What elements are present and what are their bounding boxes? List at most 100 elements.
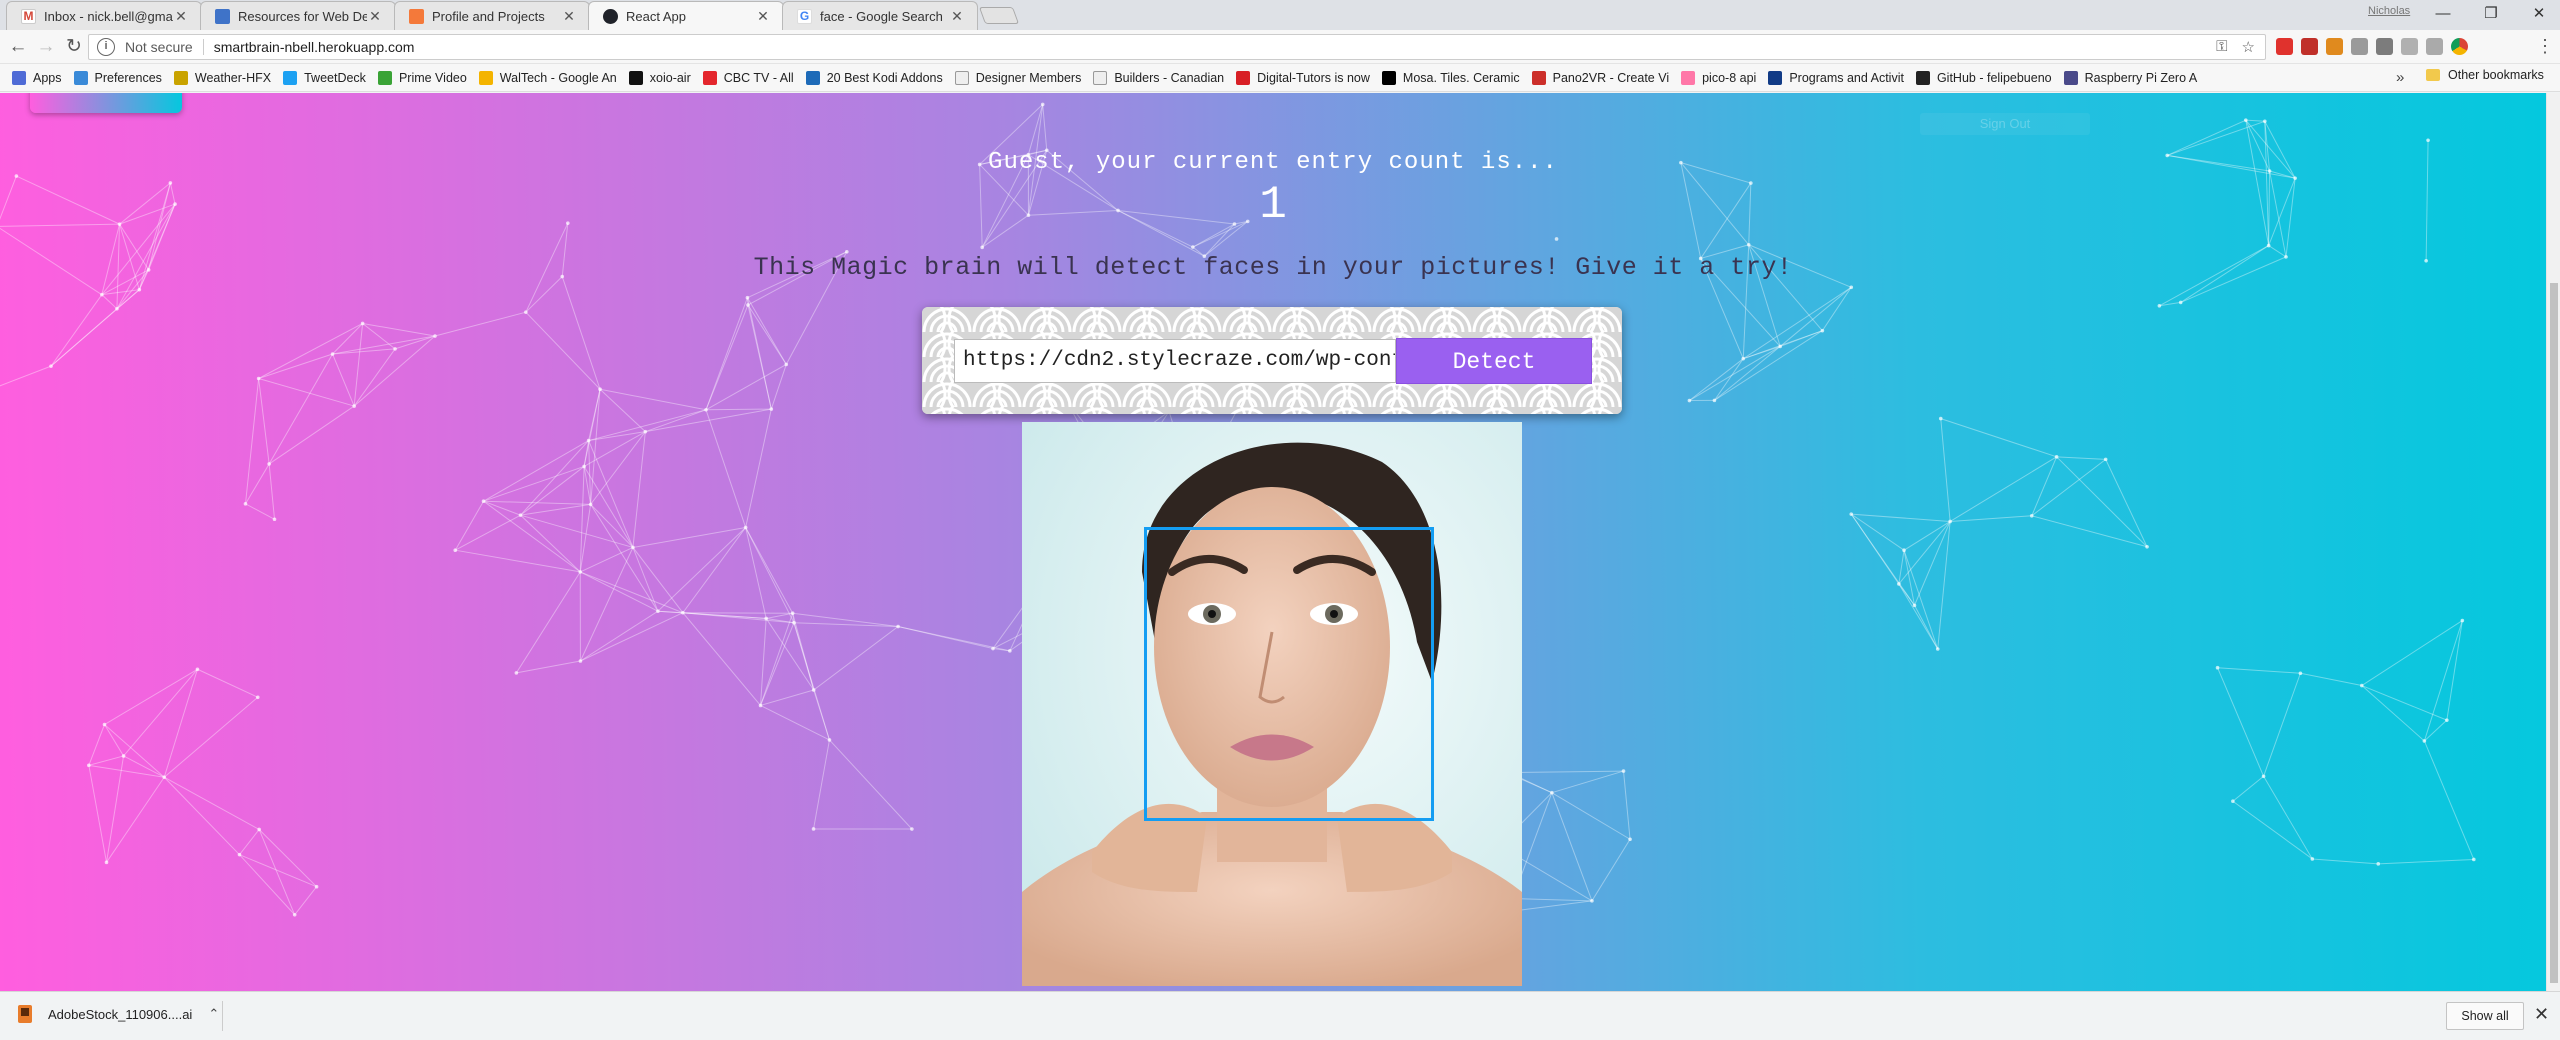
forward-icon[interactable]: → bbox=[34, 35, 58, 59]
tab-close-icon[interactable]: ✕ bbox=[173, 8, 189, 25]
tab-profile[interactable]: Profile and Projects ✕ bbox=[394, 1, 590, 30]
bookmark-item[interactable]: Pano2VR - Create Vi bbox=[1531, 70, 1670, 85]
star-icon[interactable]: ☆ bbox=[2242, 38, 2255, 56]
other-bookmarks-folder[interactable]: Other bookmarks bbox=[2426, 68, 2544, 82]
tab-close-icon[interactable]: ✕ bbox=[755, 8, 771, 25]
face-image bbox=[1022, 422, 1522, 986]
bookmark-favicon-icon bbox=[1681, 70, 1696, 85]
bookmark-label: pico-8 api bbox=[1702, 70, 1757, 85]
new-tab-button[interactable] bbox=[978, 7, 1020, 24]
bookmark-favicon-icon bbox=[283, 70, 298, 85]
bookmark-item[interactable]: Designer Members bbox=[954, 70, 1081, 85]
tab-close-icon[interactable]: ✕ bbox=[949, 8, 965, 25]
bookmark-label: 20 Best Kodi Addons bbox=[826, 70, 943, 85]
url-text[interactable]: smartbrain-nbell.herokuapp.com bbox=[214, 39, 415, 55]
extension-slate-icon[interactable] bbox=[2426, 38, 2443, 55]
folder-icon bbox=[2426, 69, 2440, 81]
bookmark-item[interactable]: WalTech - Google An bbox=[478, 70, 617, 85]
back-icon[interactable]: ← bbox=[6, 35, 30, 59]
tab-label: Resources for Web Develo bbox=[238, 8, 367, 24]
bookmark-label: Digital-Tutors is now bbox=[1257, 70, 1370, 85]
bookmark-favicon-icon bbox=[1531, 70, 1546, 85]
bookmark-item[interactable]: Programs and Activit bbox=[1768, 70, 1904, 85]
tab-close-icon[interactable]: ✕ bbox=[367, 8, 383, 25]
bookmark-label: Builders - Canadian bbox=[1114, 70, 1225, 85]
tab-resources[interactable]: Resources for Web Develo ✕ bbox=[200, 1, 396, 30]
vertical-scrollbar[interactable] bbox=[2546, 93, 2560, 991]
address-separator bbox=[202, 39, 204, 55]
bookmark-favicon-icon bbox=[478, 70, 493, 85]
tab-gmail[interactable]: M Inbox - nick.bell@gmail.c ✕ bbox=[6, 1, 202, 30]
chevron-up-icon[interactable]: ⌃ bbox=[208, 1006, 219, 1022]
bookmark-item[interactable]: 20 Best Kodi Addons bbox=[805, 70, 943, 85]
bookmark-item[interactable]: pico-8 api bbox=[1681, 70, 1757, 85]
tab-close-icon[interactable]: ✕ bbox=[561, 8, 577, 25]
chrome-extension-icon[interactable] bbox=[2451, 38, 2468, 55]
bookmark-favicon-icon bbox=[1236, 70, 1251, 85]
bookmark-item[interactable]: Digital-Tutors is now bbox=[1236, 70, 1370, 85]
pdf-extension-icon[interactable] bbox=[2301, 38, 2318, 55]
extension-orange-icon[interactable] bbox=[2326, 38, 2343, 55]
key-icon[interactable]: ⚿ bbox=[2216, 38, 2227, 56]
tab-strip: M Inbox - nick.bell@gmail.c ✕ Resources … bbox=[0, 0, 2560, 31]
info-icon[interactable]: i bbox=[97, 38, 115, 56]
illustrator-file-icon bbox=[18, 1005, 32, 1023]
profile-name[interactable]: Nicholas bbox=[2368, 5, 2410, 17]
bookmark-item[interactable]: Builders - Canadian bbox=[1093, 70, 1225, 85]
show-all-button[interactable]: Show all bbox=[2446, 1002, 2524, 1030]
bookmark-label: Pano2VR - Create Vi bbox=[1552, 70, 1670, 85]
bookmark-item[interactable]: Apps bbox=[12, 70, 62, 85]
bookmark-page-icon bbox=[215, 8, 230, 24]
intro-text: This Magic brain will detect faces in yo… bbox=[753, 253, 1793, 282]
gmail-icon: M bbox=[21, 8, 36, 24]
security-label: Not secure bbox=[125, 39, 193, 55]
bookmark-favicon-icon bbox=[702, 70, 717, 85]
bookmark-item[interactable]: Raspberry Pi Zero A bbox=[2063, 70, 2198, 85]
react-icon bbox=[603, 9, 618, 24]
logo bbox=[30, 93, 182, 113]
minimize-icon[interactable]: — bbox=[2428, 3, 2458, 25]
bookmark-favicon-icon bbox=[73, 70, 88, 85]
image-url-input[interactable]: https://cdn2.stylecraze.com/wp-content/u… bbox=[954, 339, 1396, 383]
google-icon: G bbox=[797, 8, 812, 24]
sign-out-link[interactable]: Sign Out bbox=[1920, 113, 2090, 135]
bookmark-item[interactable]: Mosa. Tiles. Ceramic bbox=[1381, 70, 1520, 85]
address-bar[interactable]: i Not secure smartbrain-nbell.herokuapp.… bbox=[88, 34, 2266, 60]
bookmark-favicon-icon bbox=[2063, 70, 2078, 85]
bookmark-item[interactable]: Weather-HFX bbox=[173, 70, 271, 85]
adblock-icon[interactable] bbox=[2276, 38, 2293, 55]
bookmark-item[interactable]: CBC TV - All bbox=[702, 70, 794, 85]
extensions bbox=[2276, 38, 2468, 55]
entry-count-text: Guest, your current entry count is... bbox=[988, 149, 1558, 176]
screenshot-extension-icon[interactable] bbox=[2376, 38, 2393, 55]
tab-google-search[interactable]: G face - Google Search ✕ bbox=[782, 1, 978, 30]
bookmark-label: Apps bbox=[33, 70, 62, 85]
image-link-form: https://cdn2.stylecraze.com/wp-content/u… bbox=[922, 307, 1622, 414]
extension-grey-icon[interactable] bbox=[2351, 38, 2368, 55]
bookmark-item[interactable]: TweetDeck bbox=[283, 70, 366, 85]
bookmark-item[interactable]: xoio-air bbox=[628, 70, 691, 85]
detect-button[interactable]: Detect bbox=[1396, 338, 1592, 384]
bookmark-label: Raspberry Pi Zero A bbox=[2084, 70, 2198, 85]
tab-label: Profile and Projects bbox=[432, 8, 545, 24]
download-separator bbox=[222, 1001, 223, 1031]
bookmark-item[interactable]: GitHub - felipebueno bbox=[1915, 70, 2052, 85]
bookmark-item[interactable]: Preferences bbox=[73, 70, 162, 85]
scrollbar-thumb[interactable] bbox=[2550, 283, 2558, 983]
more-bookmarks-icon[interactable]: » bbox=[2396, 69, 2404, 86]
reload-icon[interactable]: ↻ bbox=[62, 35, 86, 59]
bookmark-favicon-icon bbox=[628, 70, 643, 85]
bookmark-favicon-icon bbox=[954, 70, 969, 85]
bookmark-favicon-icon bbox=[1381, 70, 1396, 85]
tab-label: Inbox - nick.bell@gmail.c bbox=[44, 8, 173, 24]
bookmark-item[interactable]: Prime Video bbox=[377, 70, 467, 85]
extension-light-icon[interactable] bbox=[2401, 38, 2418, 55]
bookmark-favicon-icon bbox=[1768, 70, 1783, 85]
tab-label: face - Google Search bbox=[820, 8, 943, 24]
menu-icon[interactable]: ⋮ bbox=[2536, 36, 2554, 57]
download-bar-close-icon[interactable]: ✕ bbox=[2534, 1004, 2549, 1025]
tab-react-app[interactable]: React App ✕ bbox=[588, 1, 784, 31]
download-item[interactable]: AdobeStock_110906....ai ⌃ bbox=[18, 1005, 219, 1023]
restore-icon[interactable]: ❐ bbox=[2476, 3, 2506, 25]
window-close-icon[interactable]: ✕ bbox=[2524, 3, 2554, 25]
